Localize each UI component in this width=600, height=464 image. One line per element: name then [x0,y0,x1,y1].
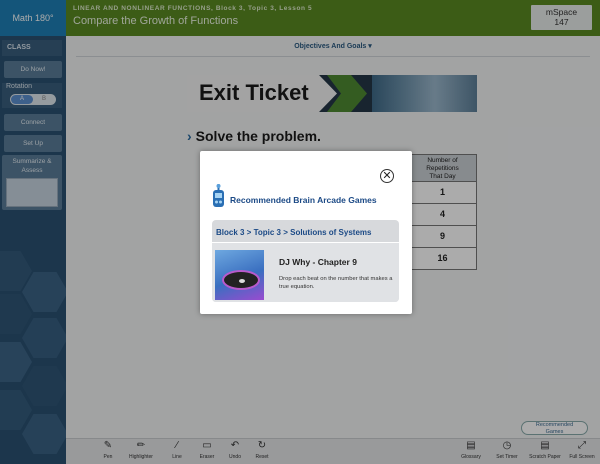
recommended-games-modal: ✕ Recommended Brain Arcade Games Block 3… [200,151,412,314]
game-card[interactable]: Block 3 > Topic 3 > Solutions of Systems… [212,220,399,302]
brain-arcade-icon [213,184,224,207]
game-thumbnail[interactable] [215,250,264,300]
record-center [239,279,245,283]
game-title[interactable]: DJ Why - Chapter 9 [279,257,357,267]
game-card-body: DJ Why - Chapter 9 Drop each beat on the… [212,242,399,302]
game-breadcrumb: Block 3 > Topic 3 > Solutions of Systems [216,228,372,237]
game-description: Drop each beat on the number that makes … [279,276,393,290]
record-disc-icon [222,270,260,290]
modal-title: Recommended Brain Arcade Games [230,195,377,205]
close-icon[interactable]: ✕ [380,169,394,183]
